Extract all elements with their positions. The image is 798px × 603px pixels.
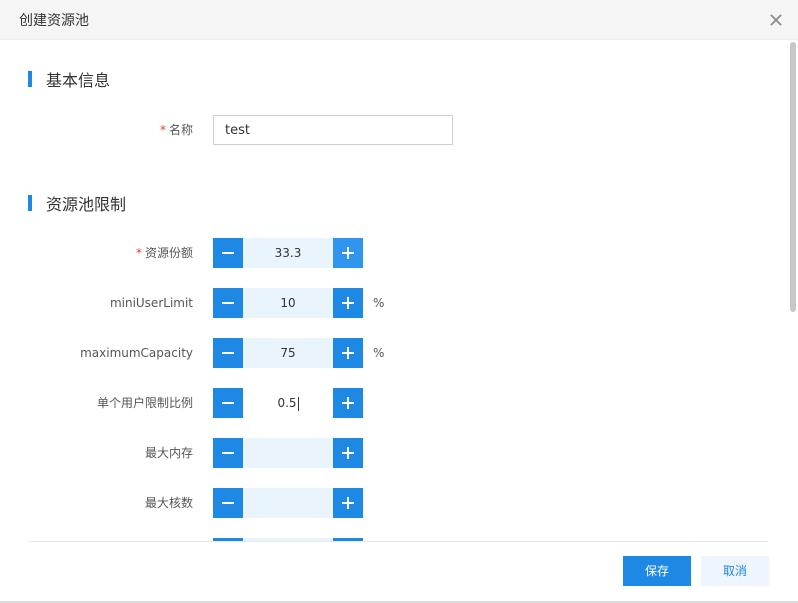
max-cores-label: 最大核数 (144, 496, 193, 510)
mini-user-limit-decrement-button[interactable] (213, 288, 243, 318)
quota-stepper: 33.3 (213, 238, 363, 268)
user-limit-ratio-decrement-button[interactable] (213, 388, 243, 418)
minus-icon (222, 502, 234, 504)
mini-user-limit-stepper: 10 (213, 288, 363, 318)
section-title-limits: 资源池限制 (46, 195, 127, 214)
user-limit-ratio-input[interactable]: 0.5 (243, 388, 333, 418)
max-memory-value[interactable] (243, 438, 333, 468)
minus-icon (222, 302, 234, 304)
plus-icon (342, 497, 354, 509)
plus-icon (342, 347, 354, 359)
user-limit-ratio-stepper: 0.5 (213, 388, 363, 418)
max-memory-label: 最大内存 (144, 446, 193, 460)
max-cores-increment-button[interactable] (333, 488, 363, 518)
save-button[interactable]: 保存 (623, 556, 691, 586)
plus-icon (342, 397, 354, 409)
mini-user-limit-label: miniUserLimit (109, 296, 193, 310)
section-accent-bar (28, 195, 32, 211)
minus-icon (222, 352, 234, 354)
close-icon (770, 14, 782, 26)
dialog-body: 基本信息 *名称 资源池限制 *资源份额 33.3 miniUserLimit (0, 40, 798, 542)
maximum-capacity-label: maximumCapacity (80, 346, 193, 360)
max-memory-stepper (213, 438, 363, 468)
text-caret (297, 396, 299, 411)
max-cores-value[interactable] (243, 488, 333, 518)
quota-decrement-button[interactable] (213, 238, 243, 268)
section-pool-limits: 资源池限制 (28, 193, 127, 214)
plus-icon (342, 247, 354, 259)
section-basic-info: 基本信息 (28, 69, 111, 90)
max-cores-decrement-button[interactable] (213, 488, 243, 518)
quota-value[interactable]: 33.3 (243, 238, 333, 268)
required-mark: * (159, 123, 166, 137)
name-label: * 名称 (159, 123, 193, 137)
user-limit-ratio-label: 单个用户限制比例 (96, 396, 193, 410)
maximum-capacity-increment-button[interactable] (333, 338, 363, 368)
minus-icon (222, 452, 234, 454)
mini-user-limit-increment-button[interactable] (333, 288, 363, 318)
user-limit-ratio-increment-button[interactable] (333, 388, 363, 418)
create-pool-dialog: 创建资源池 基本信息 *名称 资源池限制 *资源份额 (0, 0, 798, 603)
maximum-capacity-value[interactable]: 75 (243, 338, 333, 368)
required-mark: * (135, 246, 142, 260)
user-limit-ratio-value: 0.5 (277, 396, 297, 410)
plus-icon (342, 297, 354, 309)
mini-user-limit-value[interactable]: 10 (243, 288, 333, 318)
quota-label: * 资源份额 (135, 246, 193, 260)
maximum-capacity-decrement-button[interactable] (213, 338, 243, 368)
close-button[interactable] (764, 8, 788, 32)
maximum-capacity-unit: % (373, 346, 385, 360)
minus-icon (222, 252, 234, 254)
mini-user-limit-unit: % (373, 296, 385, 310)
name-input[interactable] (213, 115, 453, 145)
maximum-capacity-stepper: 75 (213, 338, 363, 368)
max-memory-increment-button[interactable] (333, 438, 363, 468)
dialog-footer: 保存 取消 (0, 542, 798, 601)
section-accent-bar (28, 71, 32, 87)
max-memory-decrement-button[interactable] (213, 438, 243, 468)
scrollbar-thumb[interactable] (790, 42, 796, 312)
max-cores-stepper (213, 488, 363, 518)
dialog-header: 创建资源池 (0, 0, 798, 40)
dialog-title: 创建资源池 (19, 13, 89, 29)
minus-icon (222, 402, 234, 404)
cancel-button[interactable]: 取消 (701, 556, 769, 586)
quota-increment-button[interactable] (333, 238, 363, 268)
plus-icon (342, 447, 354, 459)
section-title-basic: 基本信息 (46, 71, 111, 90)
